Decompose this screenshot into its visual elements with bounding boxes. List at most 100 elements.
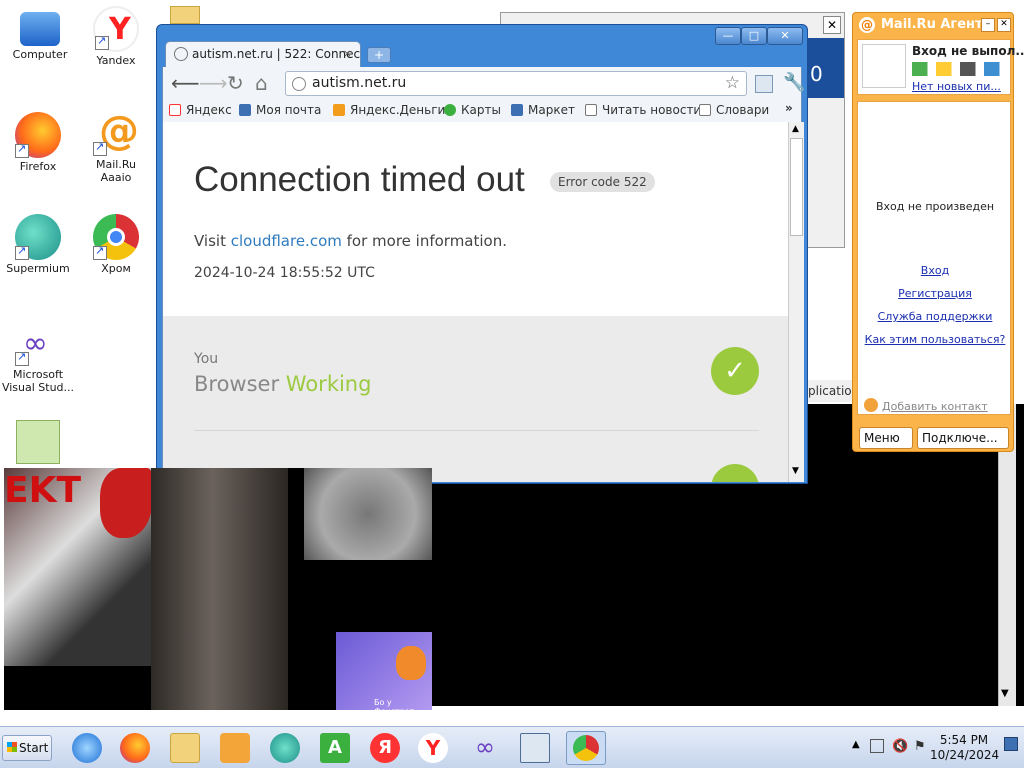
desktop-icon-computer[interactable]: Computer xyxy=(2,8,78,61)
desktop-icon-firefox[interactable]: Firefox xyxy=(0,112,76,173)
show-desktop-button[interactable] xyxy=(1004,737,1018,751)
mailru-agent-window[interactable]: @ Mail.Ru Агент – ✕ Вход не выпол... Нет… xyxy=(852,12,1024,452)
desktop-icon-chrome[interactable]: Хром xyxy=(78,214,154,275)
forward-arrow-icon[interactable]: ⟶ xyxy=(199,73,228,93)
tab-title: autism.net.ru | 522: Connec xyxy=(192,47,361,61)
collage-image-portrait xyxy=(304,468,432,560)
scroll-down-arrow-icon[interactable]: ▼ xyxy=(1001,688,1009,699)
shortcut-arrow-icon xyxy=(15,142,29,158)
firefox-icon[interactable] xyxy=(120,733,150,763)
cloudflare-link[interactable]: cloudflare.com xyxy=(231,232,342,250)
bookmark-money[interactable]: Яндекс.Деньги xyxy=(333,103,445,117)
add-contact-icon xyxy=(864,398,878,412)
status-icons[interactable] xyxy=(912,62,1008,76)
visit-line: Visit cloudflare.com for more informatio… xyxy=(194,232,507,250)
support-link[interactable]: Служба поддержки xyxy=(858,310,1012,323)
reload-icon[interactable]: ↻ xyxy=(227,73,244,93)
yandex-icon[interactable]: Y xyxy=(418,733,448,763)
tab-close-icon[interactable]: × xyxy=(343,47,352,60)
wrench-icon[interactable]: 🔧 xyxy=(783,72,805,93)
desktop-icon-label: Microsoft Visual Stud... xyxy=(1,368,75,394)
agent-minimize-button[interactable]: – xyxy=(981,18,995,32)
window-icon[interactable] xyxy=(520,733,550,763)
globe-icon xyxy=(174,47,188,61)
agent-close-button[interactable]: ✕ xyxy=(997,18,1011,32)
page-content: Connection timed out Error code 522 Visi… xyxy=(162,122,788,482)
desktop-icon-label: Yandex xyxy=(96,54,136,67)
home-icon[interactable]: ⌂ xyxy=(255,73,268,93)
chrome-window[interactable]: — □ ✕ autism.net.ru | 522: Connec × + ⟵ … xyxy=(156,24,808,484)
desktop-icon-visual-studio[interactable]: ∞ Microsoft Visual Stud... xyxy=(0,320,76,394)
bookmark-maps[interactable]: Карты xyxy=(444,103,501,117)
help-link[interactable]: Как этим пользоваться? xyxy=(858,333,1012,346)
address-bar[interactable]: autism.net.ru ☆ xyxy=(285,71,747,96)
bookmarks-more-button[interactable]: » xyxy=(785,101,793,115)
bookmark-mail[interactable]: Моя почта xyxy=(239,103,321,117)
check-icon: ✓ xyxy=(711,347,759,395)
ie-icon[interactable] xyxy=(72,733,102,763)
no-messages-link[interactable]: Нет новых пи... xyxy=(912,80,1001,93)
back-arrow-icon[interactable]: ⟵ xyxy=(171,73,200,93)
star-icon[interactable]: ☆ xyxy=(725,73,740,93)
login-link[interactable]: Вход xyxy=(858,264,1012,277)
agent-connect-button[interactable]: Подключе... xyxy=(917,427,1009,449)
bookmark-dictionaries[interactable]: Словари xyxy=(699,103,769,117)
avatar[interactable] xyxy=(862,44,906,88)
market-icon xyxy=(511,104,523,116)
desktop-icon-partial[interactable] xyxy=(16,420,60,464)
collage-text: EKT xyxy=(4,470,82,511)
clock-time: 5:54 PM xyxy=(939,733,989,747)
page-icon xyxy=(699,104,711,116)
scroll-down-arrow-icon[interactable]: ▼ xyxy=(792,466,799,476)
maps-icon xyxy=(444,104,456,116)
media-player-icon[interactable] xyxy=(220,733,250,763)
yandex-browser-icon[interactable]: Я xyxy=(370,733,400,763)
page-scrollbar[interactable]: ▲ ▼ xyxy=(788,122,804,482)
maximize-button[interactable]: □ xyxy=(741,27,767,45)
tray-expand-icon[interactable]: ▲ xyxy=(852,739,860,750)
mailru-icon: @ xyxy=(93,108,139,156)
supermium-icon xyxy=(15,214,61,260)
volume-icon[interactable]: 🔇 xyxy=(892,739,908,754)
flag-icon[interactable]: ⚑ xyxy=(914,739,926,754)
start-button[interactable]: Start xyxy=(2,735,52,761)
folder-icon[interactable] xyxy=(170,6,200,24)
collage-image-sketch: EKT xyxy=(4,468,152,666)
tab-active[interactable]: autism.net.ru | 522: Connec × xyxy=(165,41,361,67)
register-link[interactable]: Регистрация xyxy=(858,287,1012,300)
page-info-icon xyxy=(292,77,306,91)
scroll-thumb[interactable] xyxy=(790,138,803,236)
money-icon xyxy=(333,104,345,116)
bookmark-yandex[interactable]: Яндекс xyxy=(169,103,232,117)
minimize-button[interactable]: — xyxy=(715,27,741,45)
extension-icon[interactable] xyxy=(755,75,773,93)
shortcut-arrow-icon xyxy=(15,244,29,260)
bookmark-market[interactable]: Маркет xyxy=(511,103,575,117)
agent-status[interactable]: Вход не выпол... xyxy=(912,44,1024,58)
bookmark-news[interactable]: Читать новости xyxy=(585,103,701,117)
desktop-icon-label: Supermium xyxy=(6,262,70,275)
clock[interactable]: 5:54 PM 10/24/2024 xyxy=(930,733,999,763)
agent-contact-list: Вход не произведен Вход Регистрация Служ… xyxy=(857,101,1011,415)
browser-toolbar: ⟵ ⟶ ↻ ⌂ autism.net.ru ☆ 🔧 xyxy=(162,67,805,100)
explorer-icon[interactable] xyxy=(170,733,200,763)
desktop-icon-supermium[interactable]: Supermium xyxy=(0,214,76,275)
desktop-icon-yandex[interactable]: Y Yandex xyxy=(78,6,154,67)
agent-menu-button[interactable]: Меню xyxy=(859,427,913,449)
chrome-icon xyxy=(573,735,599,761)
close-window-button[interactable]: ✕ xyxy=(767,27,803,45)
desktop-icon-mailru[interactable]: @ Mail.Ru Aaaio xyxy=(78,108,154,184)
visual-studio-icon[interactable]: ∞ xyxy=(470,733,500,763)
agent-title: Mail.Ru Агент xyxy=(881,17,983,32)
network-icon[interactable] xyxy=(870,739,884,753)
agent-profile: Вход не выпол... Нет новых пи... xyxy=(857,39,1024,95)
background-window-close-button[interactable]: ✕ xyxy=(823,16,841,34)
supermium-icon[interactable] xyxy=(270,733,300,763)
mailru-logo-icon: @ xyxy=(859,17,875,33)
green-app-icon[interactable]: A xyxy=(320,733,350,763)
new-tab-button[interactable]: + xyxy=(367,47,391,63)
chrome-taskbar-icon[interactable] xyxy=(566,731,606,765)
desktop-icon-label: Computer xyxy=(12,48,68,61)
scroll-up-arrow-icon[interactable]: ▲ xyxy=(792,124,799,134)
add-contact-link[interactable]: Добавить контакт xyxy=(882,400,988,413)
